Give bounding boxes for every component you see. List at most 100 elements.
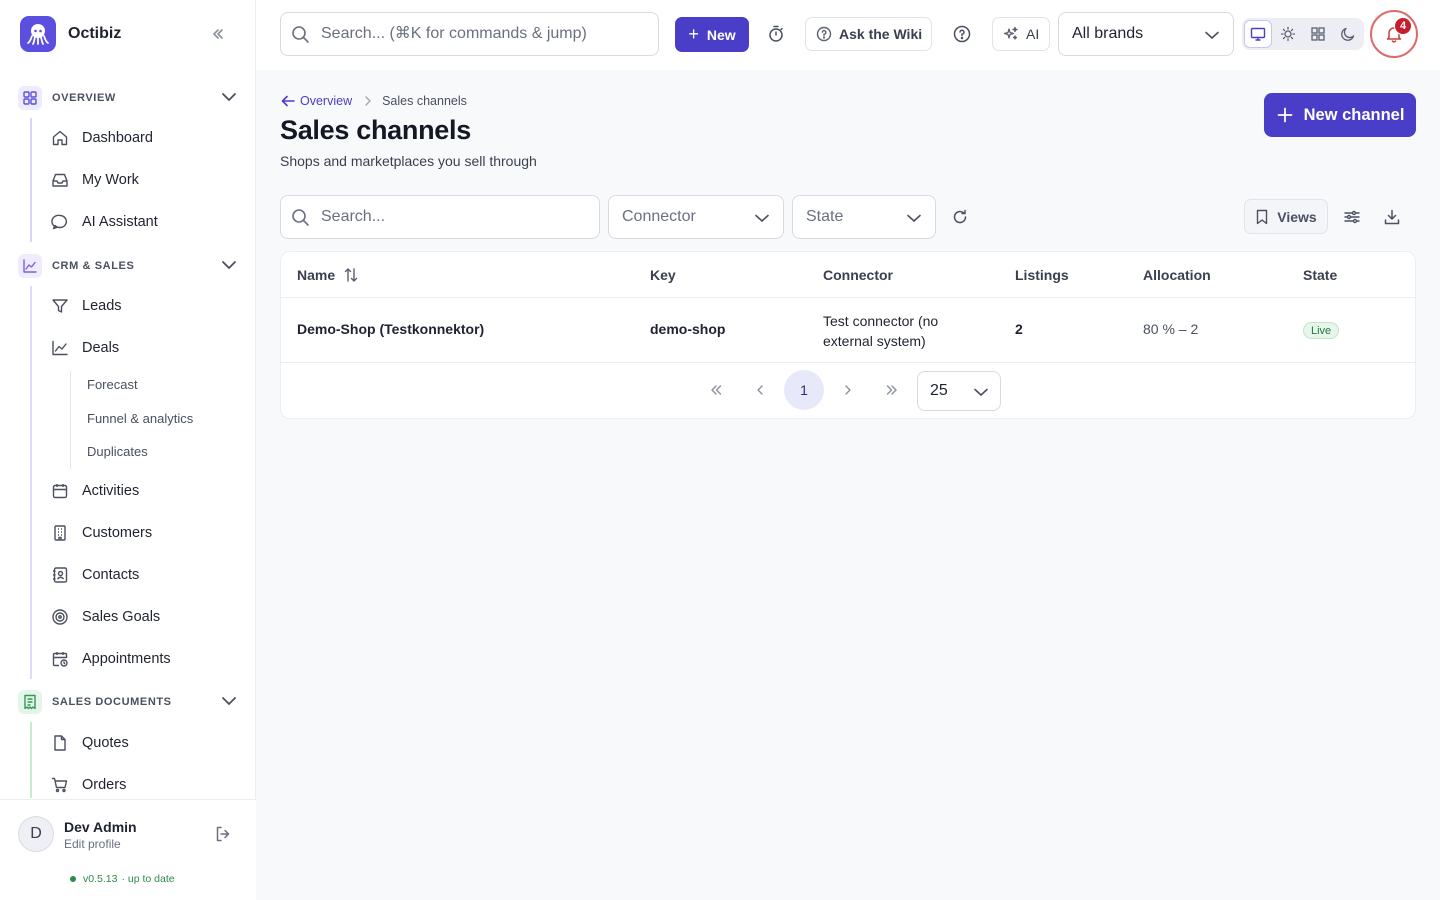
- first-page-icon[interactable]: [696, 370, 736, 410]
- logout-icon[interactable]: [214, 825, 232, 848]
- edit-profile-link[interactable]: Edit profile: [64, 837, 121, 851]
- help-icon[interactable]: [952, 24, 972, 44]
- global-search-input[interactable]: [321, 25, 641, 43]
- breadcrumb-current: Sales channels: [382, 94, 467, 108]
- search-icon: [291, 25, 310, 44]
- chat-bubble-icon: [50, 212, 70, 232]
- column-header-name[interactable]: Name: [297, 267, 359, 283]
- stopwatch-icon[interactable]: [766, 24, 786, 44]
- sidebar-item-leads[interactable]: Leads: [48, 289, 240, 323]
- sidebar-nav[interactable]: OVERVIEW Dashboard My Work AI Assistant …: [0, 78, 256, 798]
- new-button[interactable]: + New: [675, 17, 749, 52]
- breadcrumb-overview: Overview: [300, 94, 353, 108]
- monitor-icon[interactable]: [1244, 20, 1272, 48]
- layout-grid-icon[interactable]: [1304, 20, 1332, 48]
- column-header-key[interactable]: Key: [650, 267, 676, 283]
- nav-group-label: SALES DOCUMENTS: [52, 696, 172, 708]
- avatar[interactable]: D: [18, 816, 54, 852]
- sidebar-item-orders[interactable]: Orders: [48, 768, 240, 798]
- views-button[interactable]: Views: [1244, 199, 1328, 234]
- user-name: Dev Admin: [64, 819, 137, 835]
- nav-group-label: CRM & SALES: [52, 260, 135, 272]
- download-icon[interactable]: [1382, 207, 1402, 227]
- sliders-icon[interactable]: [1342, 207, 1362, 227]
- row-divider: [281, 362, 1415, 363]
- ai-button[interactable]: AI: [992, 17, 1050, 51]
- page-size-value: 25: [930, 382, 948, 399]
- global-search[interactable]: [280, 12, 659, 56]
- sun-icon[interactable]: [1274, 20, 1302, 48]
- refresh-icon[interactable]: [951, 208, 969, 226]
- page-subtitle: Shops and marketplaces you sell through: [280, 153, 537, 169]
- brand-select[interactable]: All brands: [1058, 12, 1234, 56]
- page-title: Sales channels: [280, 115, 471, 145]
- topbar: + New Ask the Wiki AI All brands 4: [256, 0, 1440, 70]
- page-button-current[interactable]: 1: [784, 370, 824, 410]
- calendar-clock-icon: [50, 649, 70, 669]
- last-page-icon[interactable]: [872, 370, 912, 410]
- nav-group-line: [30, 118, 32, 242]
- cell-allocation: 80 % – 2: [1143, 321, 1199, 337]
- funnel-icon: [50, 296, 70, 316]
- status-badge: Live: [1303, 322, 1340, 339]
- cell-name[interactable]: Demo-Shop (Testkonnektor): [297, 321, 484, 337]
- sidebar-item-customers[interactable]: Customers: [48, 516, 240, 550]
- status-dot: [70, 876, 76, 882]
- ask-wiki-button[interactable]: Ask the Wiki: [805, 17, 932, 51]
- chevron-down-icon: [220, 692, 238, 715]
- chevron-down-icon: [220, 256, 238, 279]
- sidebar-item-contacts[interactable]: Contacts: [48, 558, 240, 592]
- collapse-sidebar-icon[interactable]: [208, 24, 228, 44]
- sidebar-item-my-work[interactable]: My Work: [48, 163, 240, 197]
- column-header-listings[interactable]: Listings: [1015, 267, 1069, 283]
- octopus-logo-icon: [20, 16, 56, 52]
- sidebar-item-label: Customers: [82, 525, 153, 541]
- sidebar-item-appointments[interactable]: Appointments: [48, 642, 240, 676]
- version-number: v0.5.13: [83, 873, 118, 885]
- page-size-select[interactable]: 25: [917, 371, 1001, 411]
- sidebar-item-dashboard[interactable]: Dashboard: [48, 121, 240, 155]
- target-icon: [50, 607, 70, 627]
- sidebar-subitem-funnel-analytics[interactable]: Funnel & analytics: [87, 411, 193, 426]
- notifications-button[interactable]: [1370, 10, 1418, 58]
- plus-icon: [1276, 106, 1294, 124]
- sidebar-subitem-duplicates[interactable]: Duplicates: [87, 444, 148, 459]
- moon-icon[interactable]: [1334, 20, 1362, 48]
- breadcrumb-back-link[interactable]: Overview: [280, 93, 352, 109]
- nav-group-overview[interactable]: OVERVIEW: [18, 86, 240, 110]
- sidebar-item-label: Deals: [82, 340, 120, 356]
- table-search[interactable]: [280, 195, 600, 239]
- plus-icon: +: [688, 24, 699, 44]
- app-name: Octibiz: [68, 25, 122, 42]
- next-page-icon[interactable]: [828, 370, 868, 410]
- column-header-connector[interactable]: Connector: [823, 267, 893, 283]
- cell-connector: Test connector (no external system): [823, 311, 938, 351]
- sidebar-subitem-forecast[interactable]: Forecast: [87, 377, 138, 392]
- sidebar-item-label: Sales Goals: [82, 609, 161, 625]
- chevron-down-icon: [1203, 26, 1221, 49]
- nav-group-sales-documents[interactable]: SALES DOCUMENTS: [18, 690, 240, 714]
- column-header-allocation[interactable]: Allocation: [1143, 267, 1211, 283]
- shopping-cart-icon: [50, 775, 70, 795]
- sidebar-item-quotes[interactable]: Quotes: [48, 726, 240, 760]
- table-search-input[interactable]: [321, 208, 581, 226]
- chevron-down-icon: [753, 209, 771, 232]
- sidebar-item-ai-assistant[interactable]: AI Assistant: [48, 205, 240, 239]
- building-icon: [50, 523, 70, 543]
- connector-filter[interactable]: Connector: [608, 195, 784, 239]
- cell-connector-line1: Test connector (no: [823, 313, 939, 329]
- sidebar-item-sales-goals[interactable]: Sales Goals: [48, 600, 240, 634]
- sidebar-item-label: Activities: [82, 483, 140, 499]
- logo[interactable]: Octibiz: [20, 16, 121, 52]
- breadcrumb: Overview Sales channels: [280, 93, 467, 109]
- state-filter[interactable]: State: [792, 195, 936, 239]
- column-header-state[interactable]: State: [1303, 267, 1337, 283]
- nav-group-label: OVERVIEW: [52, 92, 116, 104]
- previous-page-icon[interactable]: [740, 370, 780, 410]
- sidebar-item-activities[interactable]: Activities: [48, 474, 240, 508]
- sidebar-item-deals[interactable]: Deals: [48, 331, 240, 365]
- new-channel-button[interactable]: New channel: [1264, 93, 1416, 137]
- sidebar-item-label: Contacts: [82, 567, 140, 583]
- nav-group-crm-sales[interactable]: CRM & SALES: [18, 254, 240, 278]
- sidebar-item-label: My Work: [82, 172, 139, 188]
